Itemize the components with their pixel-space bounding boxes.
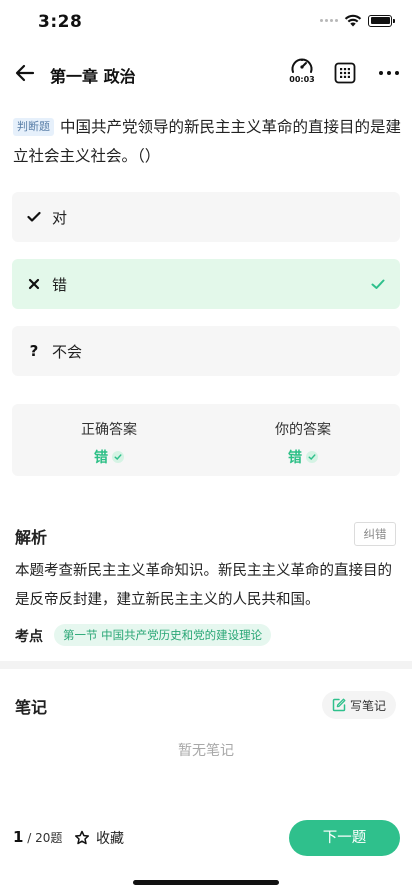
notes-title: 笔记 [15,698,48,717]
cellular-signal-icon [320,19,338,22]
option-label: 对 [52,208,68,227]
grid-icon [334,62,356,84]
question-type-tag: 判断题 [13,118,54,136]
your-answer-value-row: 错 [206,447,400,467]
bottom-bar: 1 / 20题 收藏 下一题 [0,810,412,866]
edit-icon [332,698,346,712]
empty-notes-text: 暂无笔记 [178,743,234,759]
page-title: 第一章 政治 [50,67,136,86]
write-note-button[interactable]: 写笔记 [322,691,396,719]
status-bar: 3:28 [0,0,412,44]
battery-icon [368,14,395,27]
correct-check-icon [112,451,124,463]
more-options-icon[interactable] [376,62,402,84]
correct-answer-label: 正确答案 [81,422,137,438]
stopwatch-icon [291,58,313,73]
nav-bar: 第一章 政治 00:03 [0,50,412,96]
question-mark-icon: ? [29,342,39,360]
star-icon [74,830,90,845]
current-question-number: 1 [13,828,24,846]
knowledge-point-label: 考点 [15,629,43,645]
your-answer: 你的答案 错 [206,419,400,467]
write-note-label: 写笔记 [349,698,386,713]
correct-answer-value-row: 错 [12,447,206,467]
correct-answer-value: 错 [94,450,108,466]
timer-text: 00:03 [289,75,315,84]
option-true[interactable]: 对 [12,192,400,242]
checkmark-icon [26,211,42,223]
timer-button[interactable]: 00:03 [288,56,316,90]
selected-check-icon [371,279,385,289]
favorite-label: 收藏 [96,831,124,847]
option-unknown[interactable]: ? 不会 [12,326,400,376]
next-question-button[interactable]: 下一题 [289,820,400,856]
analysis-text: 本题考查新民主主义革命知识。新民主主义革命的直接目的是反帝反封建，建立新民主主义… [15,563,392,608]
correct-answer: 正确答案 错 [12,419,206,467]
question-text: 中国共产党领导的新民主主义革命的直接目的是建立社会主义社会。（） [13,118,402,165]
home-indicator [133,880,279,885]
your-answer-label: 你的答案 [275,422,331,438]
back-button[interactable] [12,60,38,86]
back-arrow-icon [15,64,35,82]
analysis-title: 解析 [15,528,48,547]
report-error-button[interactable]: 纠错 [354,522,396,546]
option-label: 错 [52,275,68,294]
total-questions: / 20题 [23,831,63,845]
wifi-icon [344,14,362,27]
favorite-button[interactable]: 收藏 [74,828,124,848]
status-icons [320,14,395,27]
answer-comparison: 正确答案 错 你的答案 错 [12,404,400,476]
question-text-block: 判断题 中国共产党领导的新民主主义革命的直接目的是建立社会主义社会。（） [13,113,401,171]
knowledge-point-chip[interactable]: 第一节 中国共产党历史和党的建设理论 [54,624,272,646]
answer-sheet-button[interactable] [334,62,356,84]
status-time: 3:28 [38,12,83,32]
your-check-icon [306,451,318,463]
your-answer-value: 错 [288,450,302,466]
section-divider [0,661,412,669]
cross-icon [26,278,42,290]
option-false[interactable]: 错 [12,259,400,309]
option-label: 不会 [52,342,83,361]
question-progress: 1 / 20题 [13,828,62,846]
